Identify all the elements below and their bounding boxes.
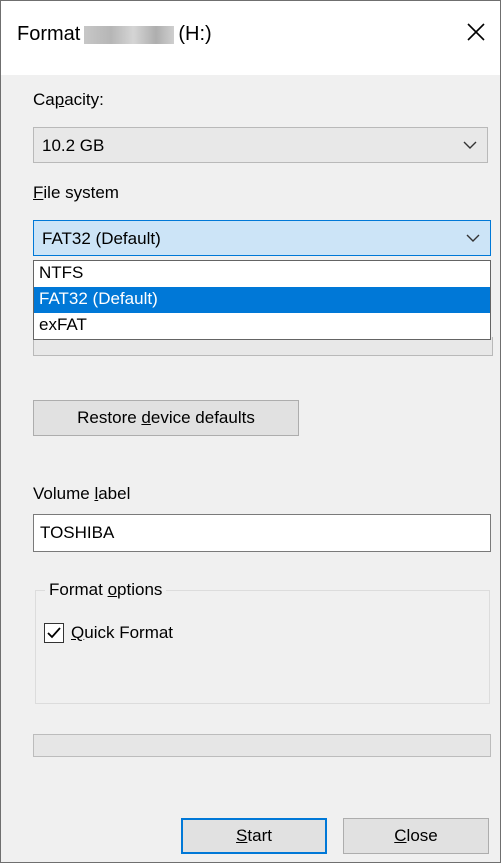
volume-label-field[interactable] [33,514,491,552]
option-exfat[interactable]: exFAT [34,313,490,339]
title-bar: Format (H:) [1,1,500,75]
redacted-drive-name [84,25,175,44]
option-fat32[interactable]: FAT32 (Default) [34,287,490,313]
file-system-value: FAT32 (Default) [42,229,161,248]
format-dialog: Format (H:) Capacity: 10.2 GB File system… [0,0,501,863]
format-progress-bar [33,734,491,757]
chevron-down-icon [463,141,477,149]
format-options-group [35,590,490,704]
format-options-title: Format options [45,580,167,600]
capacity-value: 10.2 GB [42,136,105,155]
capacity-select[interactable]: 10.2 GB [33,127,488,163]
title-prefix: Format [17,23,81,45]
start-button[interactable]: Start [181,818,327,854]
close-button[interactable]: Close [343,818,489,854]
capacity-label: Capacity: [33,90,104,109]
file-system-label: File system [33,183,119,202]
restore-defaults-button[interactable]: Restore device defaults [33,400,299,436]
volume-label-input[interactable] [40,523,480,543]
title-suffix: (H:) [178,23,212,45]
option-ntfs[interactable]: NTFS [34,261,490,287]
dialog-title: Format (H:) [17,23,212,46]
file-system-select[interactable]: FAT32 (Default) [33,220,491,256]
quick-format-checkbox[interactable] [44,623,64,643]
quick-format-label[interactable]: Quick Format [71,623,173,643]
checkmark-icon [47,627,61,639]
volume-label-label: Volume label [33,484,131,503]
close-icon[interactable] [463,19,489,45]
chevron-down-icon [466,234,480,242]
file-system-dropdown: NTFS FAT32 (Default) exFAT [33,260,491,340]
